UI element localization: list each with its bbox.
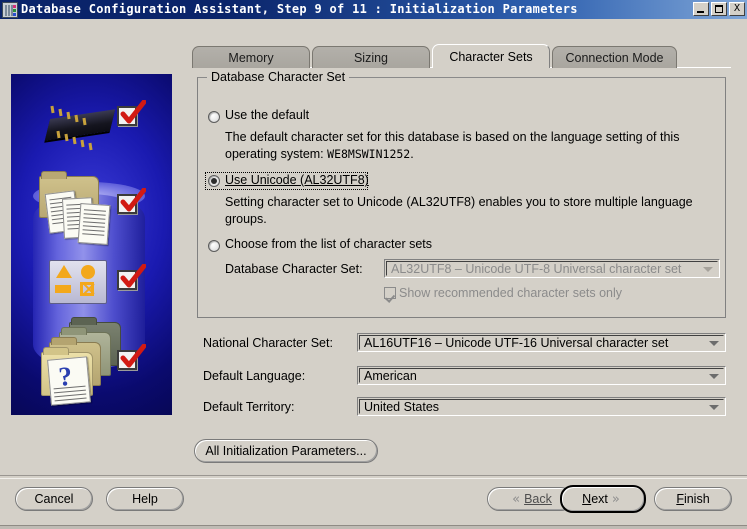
tab-strip: Memory Sizing Character Sets Connection … (192, 44, 731, 68)
red-check-icon (120, 264, 146, 288)
wizard-artwork-panel: ? (11, 74, 172, 415)
finish-button-label: Finish (676, 492, 710, 506)
window-controls: X (693, 2, 745, 16)
red-check-icon (120, 344, 146, 368)
red-check-icon (120, 100, 146, 124)
wizard-button-bar: Cancel Help « Back Next » Finish (0, 475, 747, 529)
finish-button[interactable]: Finish (654, 487, 732, 511)
default-language-combo[interactable]: American (357, 366, 726, 385)
radio-use-default-label[interactable]: Use the default (225, 108, 309, 122)
close-button[interactable]: X (729, 2, 745, 16)
radio-use-unicode-label[interactable]: Use Unicode (AL32UTF8) (225, 173, 369, 187)
red-check-icon (120, 188, 146, 212)
use-default-desc-prefix: operating system: (225, 147, 328, 161)
default-territory-combo[interactable]: United States (357, 397, 726, 416)
minimize-button[interactable] (693, 2, 709, 16)
chevron-left-icon: « (512, 491, 521, 507)
all-initialization-parameters-button[interactable]: All Initialization Parameters... (194, 439, 378, 463)
group-title: Database Character Set (207, 70, 350, 84)
checkmark-1 (117, 100, 146, 127)
radio-choose-from-list[interactable] (208, 240, 220, 252)
maximize-button[interactable] (711, 2, 727, 16)
shapes-icon (49, 260, 109, 306)
question-documents-icon: ? (35, 316, 127, 406)
use-unicode-desc-line1: Setting character set to Unicode (AL32UT… (225, 195, 693, 209)
status-line (0, 525, 747, 529)
tab-sizing[interactable]: Sizing (312, 46, 430, 68)
help-button[interactable]: Help (106, 487, 184, 511)
national-character-set-combo[interactable]: AL16UTF16 – Unicode UTF-16 Universal cha… (357, 333, 726, 352)
database-character-set-combo[interactable]: AL32UTF8 – Unicode UTF-8 Universal chara… (384, 259, 720, 278)
chevron-down-icon (709, 373, 719, 379)
radio-choose-from-list-label[interactable]: Choose from the list of character sets (225, 237, 432, 251)
checkmark-4 (117, 344, 146, 371)
folder-documents-icon (37, 168, 125, 245)
default-language-value: American (364, 368, 417, 383)
next-button-label: Next (582, 492, 608, 506)
tab-connection-mode[interactable]: Connection Mode (552, 46, 677, 68)
use-default-description: The default character set for this datab… (225, 129, 715, 163)
window-title: Database Configuration Assistant, Step 9… (21, 2, 578, 16)
national-character-set-value: AL16UTF16 – Unicode UTF-16 Universal cha… (364, 335, 669, 350)
default-territory-value: United States (364, 399, 440, 414)
national-character-set-label: National Character Set: (203, 336, 333, 350)
cancel-button[interactable]: Cancel (15, 487, 93, 511)
show-recommended-label: Show recommended character sets only (399, 286, 623, 300)
database-character-set-value: AL32UTF8 – Unicode UTF-8 Universal chara… (391, 261, 682, 276)
database-server-icon (2, 1, 18, 18)
chevron-down-icon (709, 340, 719, 346)
chevron-down-icon (709, 404, 719, 410)
radio-use-unicode[interactable] (208, 175, 220, 187)
title-bar: Database Configuration Assistant, Step 9… (0, 0, 747, 19)
checkmark-2 (117, 188, 146, 215)
use-default-desc-suffix: . (410, 147, 414, 161)
default-charset-value: WE8MSWIN1252 (327, 147, 411, 161)
show-recommended-checkbox[interactable] (384, 287, 396, 299)
back-button-label: Back (524, 492, 552, 506)
use-unicode-desc-line2: groups. (225, 212, 267, 226)
default-territory-label: Default Territory: (203, 400, 295, 414)
tab-memory[interactable]: Memory (192, 46, 310, 68)
use-default-desc-line1: The default character set for this datab… (225, 130, 680, 144)
dbca-window: Database Configuration Assistant, Step 9… (0, 0, 747, 529)
tab-character-sets[interactable]: Character Sets (432, 44, 550, 68)
next-button[interactable]: Next » (560, 485, 646, 513)
chip-icon (25, 86, 116, 151)
chevron-right-icon: » (611, 491, 620, 507)
radio-use-default[interactable] (208, 111, 220, 123)
chevron-down-icon (703, 266, 713, 272)
use-unicode-description: Setting character set to Unicode (AL32UT… (225, 194, 715, 228)
database-character-set-label: Database Character Set: (225, 262, 363, 276)
default-language-label: Default Language: (203, 369, 306, 383)
checkmark-3 (117, 264, 146, 291)
